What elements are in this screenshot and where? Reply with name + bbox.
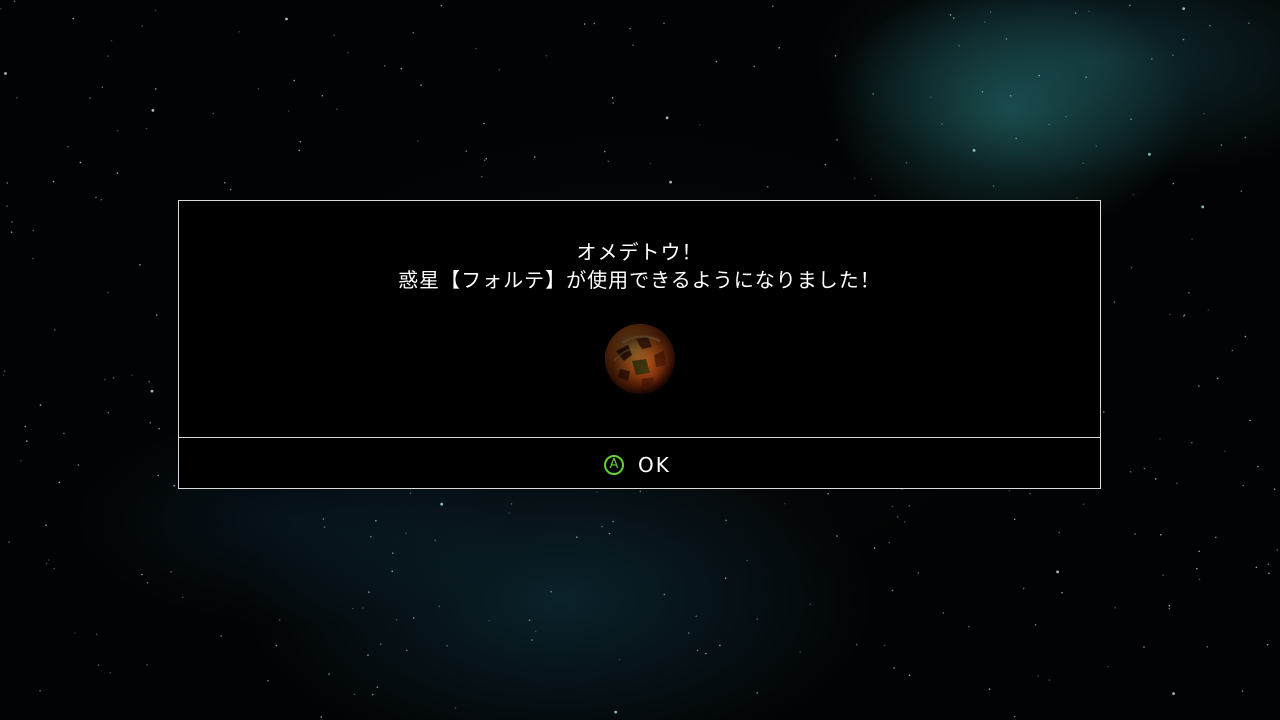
a-button-icon: A bbox=[604, 455, 624, 475]
space-background: オメデトウ！ 惑星【フォルテ】が使用できるようになりました！ A OK bbox=[0, 0, 1280, 720]
planet-forte-icon bbox=[605, 324, 675, 394]
congrats-text: オメデトウ！ bbox=[576, 240, 703, 264]
dialog-footer: A OK bbox=[179, 438, 1100, 488]
dialog-body: オメデトウ！ 惑星【フォルテ】が使用できるようになりました！ bbox=[179, 201, 1100, 438]
ok-button[interactable]: A OK bbox=[604, 452, 671, 478]
ok-label: OK bbox=[638, 453, 671, 477]
unlock-dialog: オメデトウ！ 惑星【フォルテ】が使用できるようになりました！ A OK bbox=[178, 200, 1101, 489]
unlock-message: 惑星【フォルテ】が使用できるようになりました！ bbox=[398, 268, 881, 292]
